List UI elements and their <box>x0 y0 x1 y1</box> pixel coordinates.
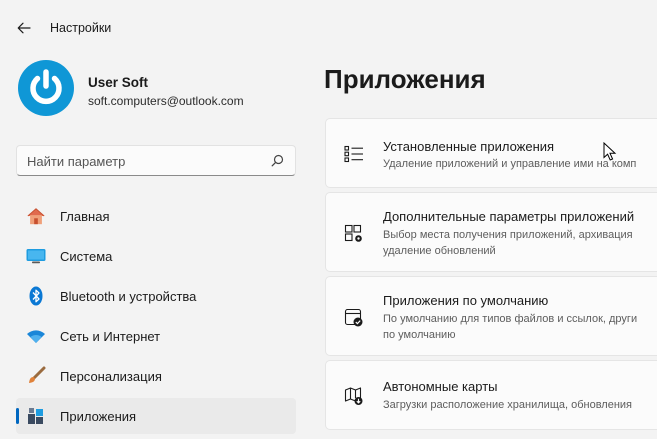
sidebar-nav: Главная Система Bluetooth и устройства С… <box>16 198 296 438</box>
system-icon <box>26 246 46 266</box>
mouse-cursor-icon <box>603 142 617 161</box>
map-icon <box>343 385 365 407</box>
brush-icon <box>26 366 46 386</box>
sidebar-item-bluetooth[interactable]: Bluetooth и устройства <box>16 278 296 314</box>
sidebar-item-network[interactable]: Сеть и Интернет <box>16 318 296 354</box>
sidebar-item-apps[interactable]: Приложения <box>16 398 296 434</box>
search-input[interactable] <box>27 152 257 170</box>
card-description-line2: по умолчанию <box>383 329 456 341</box>
bluetooth-icon <box>26 286 46 306</box>
card-offline-maps[interactable]: Автономные карты Загрузки расположение х… <box>325 360 657 430</box>
window-title: Настройки <box>50 21 112 35</box>
sidebar-item-label: Приложения <box>60 409 137 424</box>
card-description: Загрузки расположение хранилища, обновле… <box>383 399 633 411</box>
search-box[interactable] <box>16 145 296 176</box>
default-apps-icon <box>343 307 365 329</box>
apps-icon <box>26 406 46 426</box>
card-title: Приложения по умолчанию <box>383 293 549 308</box>
sidebar-item-label: Персонализация <box>60 369 162 384</box>
title-bar: Настройки <box>0 0 657 56</box>
card-description: По умолчанию для типов файлов и ссылок, … <box>383 313 638 325</box>
list-icon <box>343 143 365 165</box>
home-icon <box>26 206 46 226</box>
user-profile[interactable]: User Soft soft.computers@outlook.com <box>18 60 298 122</box>
sidebar-item-personalization[interactable]: Персонализация <box>16 358 296 394</box>
sidebar-item-home[interactable]: Главная <box>16 198 296 234</box>
wifi-icon <box>26 326 46 346</box>
sidebar-item-label: Сеть и Интернет <box>60 329 161 344</box>
sidebar-item-label: Главная <box>60 209 110 224</box>
card-description-line2: удаление обновлений <box>383 245 496 257</box>
card-description: Выбор места получения приложений, архива… <box>383 229 633 241</box>
back-arrow-icon <box>17 22 31 34</box>
sidebar-item-system[interactable]: Система <box>16 238 296 274</box>
back-button[interactable] <box>12 16 36 40</box>
search-icon[interactable] <box>271 154 284 167</box>
card-description: Удаление приложений и управление ими на … <box>383 158 637 170</box>
page-title: Приложения <box>324 64 486 94</box>
sidebar-item-label: Система <box>60 249 113 264</box>
card-advanced-app-settings[interactable]: Дополнительные параметры приложений Выбо… <box>325 192 657 272</box>
power-icon <box>30 69 62 105</box>
avatar <box>18 60 74 116</box>
user-email: soft.computers@outlook.com <box>88 94 244 108</box>
app-settings-icon <box>343 223 365 245</box>
card-title: Автономные карты <box>383 379 498 394</box>
sidebar-item-label: Bluetooth и устройства <box>60 289 197 304</box>
user-name: User Soft <box>88 75 149 90</box>
card-title: Установленные приложения <box>383 139 555 154</box>
card-default-apps[interactable]: Приложения по умолчанию По умолчанию для… <box>325 276 657 356</box>
card-title: Дополнительные параметры приложений <box>383 209 635 224</box>
